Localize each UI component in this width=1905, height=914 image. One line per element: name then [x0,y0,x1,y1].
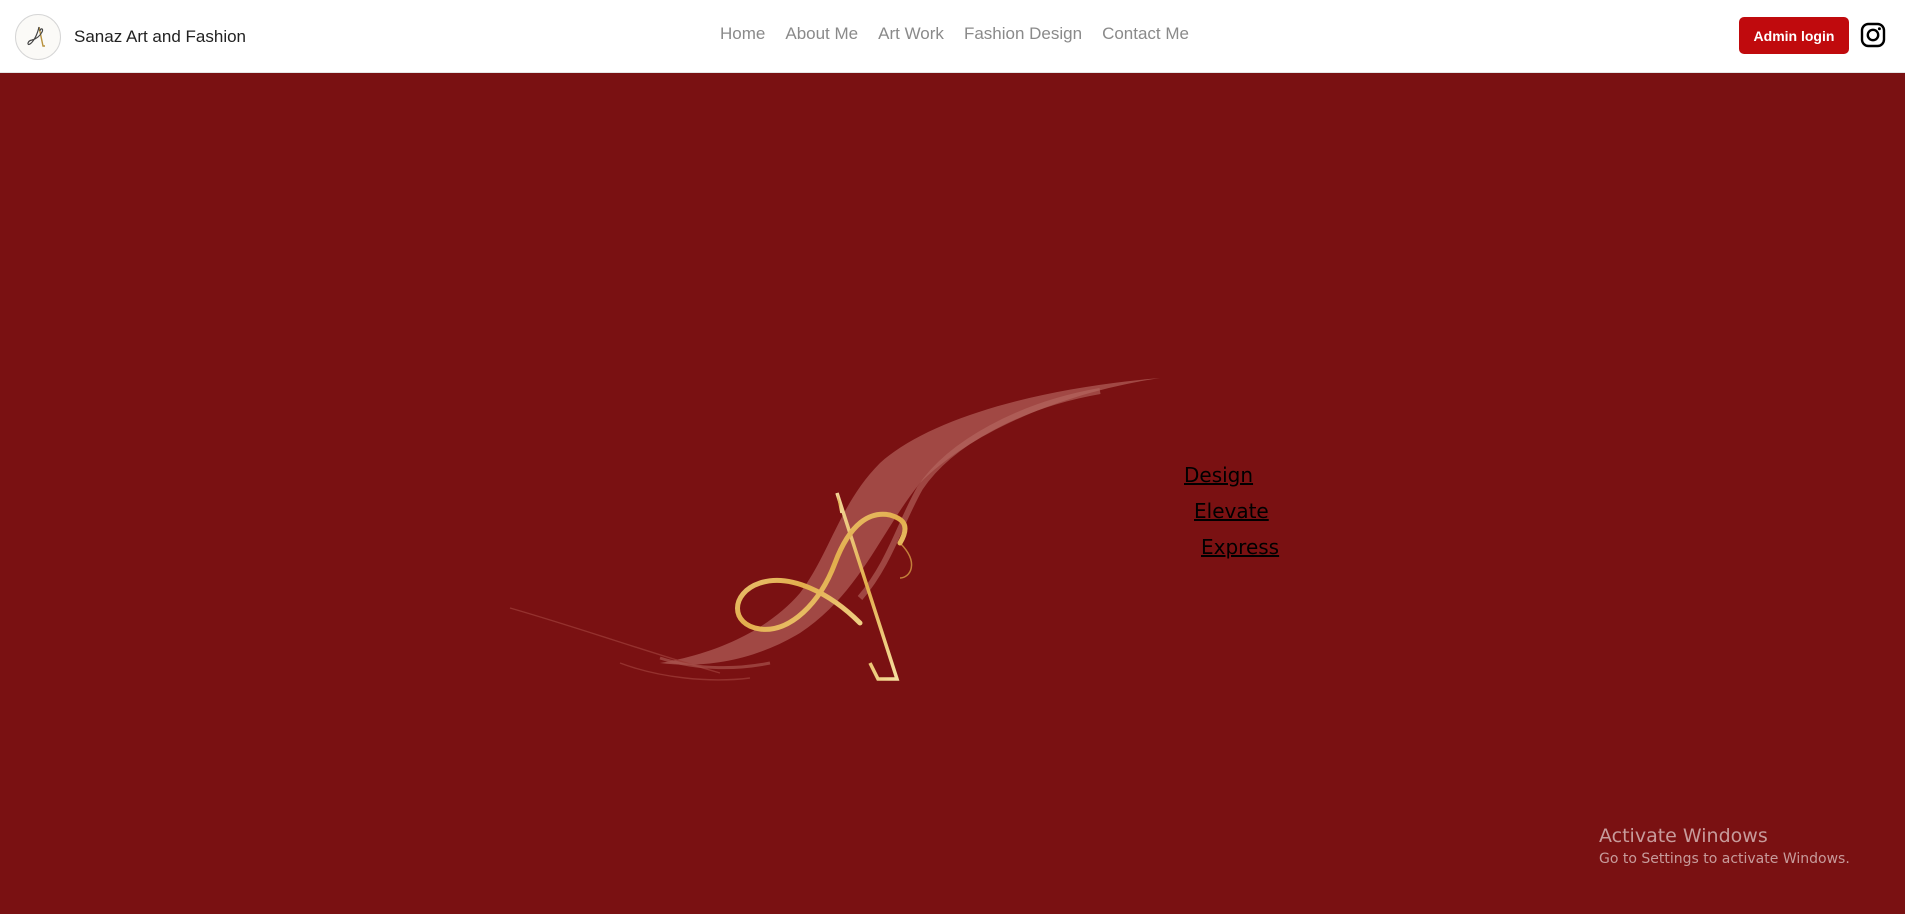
script-a-monogram-icon [509,378,1160,681]
top-navbar: Sanaz Art and Fashion Home About Me Art … [0,0,1905,73]
brand-logo-icon [15,14,61,60]
windows-activation-watermark: Activate Windows Go to Settings to activ… [1599,825,1850,867]
instagram-icon[interactable] [1860,22,1886,48]
admin-login-button[interactable]: Admin login [1739,17,1849,54]
nav-art-work[interactable]: Art Work [878,24,944,44]
watermark-title: Activate Windows [1599,825,1768,847]
tagline-express[interactable]: Express [1201,535,1279,559]
nav-home[interactable]: Home [720,24,765,44]
hero-section: Design Elevate Express [0,73,1905,914]
nav-about-me[interactable]: About Me [785,24,858,44]
watermark-subtitle: Go to Settings to activate Windows. [1599,851,1850,867]
nav-contact-me[interactable]: Contact Me [1102,24,1189,44]
brand-name: Sanaz Art and Fashion [74,27,247,46]
main-nav: Home About Me Art Work Fashion Design Co… [720,24,1209,44]
tagline-elevate[interactable]: Elevate [1194,499,1269,523]
nav-fashion-design[interactable]: Fashion Design [964,24,1082,44]
brand-link[interactable]: Sanaz Art and Fashion [15,14,246,60]
tagline-design[interactable]: Design [1184,463,1253,487]
